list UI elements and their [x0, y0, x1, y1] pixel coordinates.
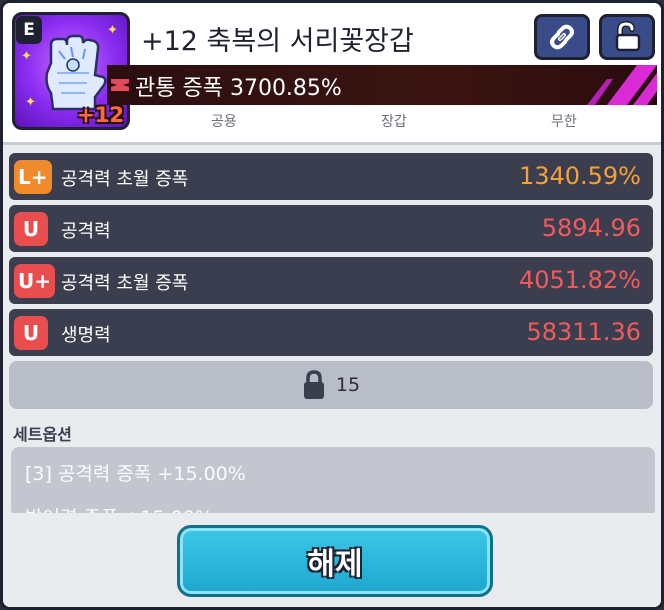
stat-value: 4051.82%	[518, 266, 641, 294]
stat-label: 공격력	[61, 221, 111, 242]
stat-label: 공격력 초월 증폭	[61, 169, 189, 190]
sparkle-icon: ✦	[107, 23, 118, 38]
stat-grade-badge: L+	[14, 160, 52, 194]
item-header: ✦ ✦ ✦ ✦ E +12 +12 축복의 서리꽃장갑	[3, 3, 661, 145]
release-button[interactable]: 해제	[177, 525, 493, 597]
tag-slot: 장갑	[381, 114, 407, 130]
stat-list: L+ 공격력 초월 증폭 1340.59% U 공격력 5894.96 U+ 공…	[9, 153, 653, 361]
release-button-label: 해제	[307, 547, 363, 582]
padlock-icon	[303, 370, 324, 399]
lock-slot-button[interactable]: 15	[9, 361, 653, 409]
unlock-button[interactable]	[599, 14, 655, 60]
item-name: +12 축복의 서리꽃장갑	[141, 26, 414, 57]
stat-label: 생명력	[61, 325, 111, 346]
stat-value: 58311.36	[526, 318, 641, 346]
stat-grade-badge: U	[14, 316, 48, 350]
enhance-level: +12	[77, 103, 124, 127]
stat-grade-badge: U+	[14, 264, 55, 298]
penetration-text: 관통 증폭 3700.85%	[135, 76, 342, 101]
decorative-stripes	[587, 65, 657, 105]
penetration-bar: 관통 증폭 3700.85%	[107, 65, 657, 105]
stat-value: 1340.59%	[518, 162, 641, 190]
item-detail-panel: ✦ ✦ ✦ ✦ E +12 +12 축복의 서리꽃장갑	[0, 0, 664, 610]
tag-mode: 무한	[551, 114, 577, 130]
sparkle-icon: ✦	[21, 49, 32, 64]
grade-badge: E	[16, 16, 42, 44]
link-button[interactable]	[534, 14, 590, 60]
set-options-title: 세트옵션	[13, 425, 72, 444]
penetration-icon	[111, 79, 129, 91]
set-option-line: [3] 공격력 증폭 +15.00%	[25, 463, 246, 485]
set-options-box: [3] 공격력 증폭 +15.00% 방어력 증폭 +15.00%	[11, 447, 655, 517]
stat-row: U+ 공격력 초월 증폭 4051.82%	[9, 257, 653, 304]
glove-icon	[45, 34, 107, 111]
stat-label: 공격력 초월 증폭	[61, 273, 189, 294]
item-tags: 공용 장갑 무한	[133, 111, 653, 133]
stat-row: L+ 공격력 초월 증폭 1340.59%	[9, 153, 653, 200]
link-icon	[550, 24, 574, 50]
stat-row: U 공격력 5894.96	[9, 205, 653, 252]
unlock-icon	[615, 21, 641, 52]
footer: 해제	[3, 513, 661, 607]
tag-type: 공용	[211, 114, 237, 130]
stat-grade-badge: U	[14, 212, 48, 246]
stat-row: U 생명력 58311.36	[9, 309, 653, 356]
sparkle-icon: ✦	[25, 95, 36, 110]
stat-value: 5894.96	[541, 214, 641, 242]
lock-count: 15	[335, 374, 361, 396]
